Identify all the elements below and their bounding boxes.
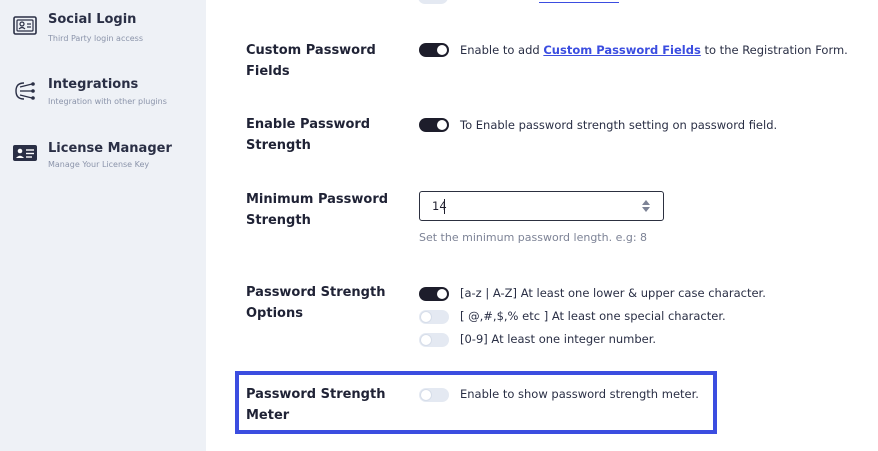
custom-password-fields-description: Enable to add Custom Password Fields to … [460,43,848,57]
password-strength-meter-label: Password Strength Meter [246,387,386,423]
sidebar-item-license-manager[interactable]: License Manager Manage Your License Key [0,141,206,189]
spin-down-icon[interactable] [642,207,650,212]
sidebar-item-integrations[interactable]: Integrations Integration with other plug… [0,77,206,125]
sidebar-item-subtitle: Manage Your License Key [48,160,150,169]
custom-password-fields-label: Custom Password Fields [246,43,376,79]
toggle-knob [437,45,447,55]
option-integer-text: [0-9] At least one integer number. [460,332,657,346]
integrations-icon [15,82,35,100]
sidebar-item-subtitle: Integration with other plugins [48,97,167,106]
sidebar-item-subtitle: Third Party login access [48,34,144,43]
sidebar-item-title: Integrations [48,77,139,92]
option-upper-lower-text: [a-z | A-Z] At least one lower & upper c… [460,286,766,300]
text-cursor [444,199,445,214]
minimum-password-strength-input[interactable] [419,191,664,221]
sidebar-item-title: Social Login [48,12,137,27]
spin-up-icon[interactable] [642,200,650,205]
toggle-knob [421,312,431,322]
toggle-knob [437,289,447,299]
enable-password-strength-label: Enable Password Strength [246,117,371,153]
enable-password-strength-description: To Enable password strength setting on p… [460,118,778,132]
sidebar-item-title: License Manager [48,141,172,156]
option-integer-toggle[interactable] [419,333,449,347]
option-special-char-text: [ @,#,$,% etc ] At least one special cha… [460,309,726,323]
password-strength-meter-toggle[interactable] [419,388,449,402]
toggle-partial-top[interactable] [418,0,448,4]
description-text: to the Registration Form. [700,43,848,57]
user-card-icon [13,16,37,35]
minimum-password-strength-label: Minimum Password Strength [246,192,389,228]
toggle-knob [421,335,431,345]
minimum-password-strength-helper: Set the minimum password length. e.g: 8 [419,231,648,244]
custom-password-fields-link[interactable]: Custom Password Fields [543,43,700,57]
enable-password-strength-toggle[interactable] [419,118,449,132]
password-strength-options-label: Password Strength Options [246,285,386,321]
description-text: Enable to add [460,43,544,57]
option-special-char-toggle[interactable] [419,310,449,324]
license-card-icon [13,145,37,161]
option-upper-lower-toggle[interactable] [419,287,449,301]
minimum-password-strength-field[interactable] [432,198,632,214]
password-strength-meter-description: Enable to show password strength meter. [460,387,699,401]
custom-password-fields-toggle[interactable] [419,43,449,57]
settings-panel: Custom Password Fields Enable to add Cus… [206,0,878,451]
toggle-knob [421,390,431,400]
link-underline-partial [539,2,619,3]
sidebar: Social Login Third Party login access In… [0,0,206,451]
sidebar-item-social-login[interactable]: Social Login Third Party login access [0,12,206,60]
number-spinner[interactable] [641,198,651,214]
toggle-knob [437,120,447,130]
